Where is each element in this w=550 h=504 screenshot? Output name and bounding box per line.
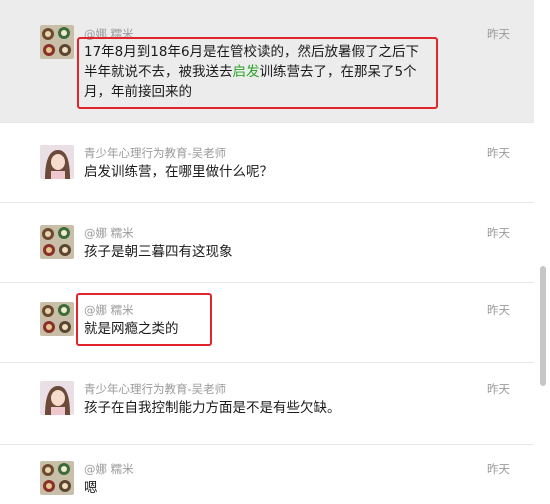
comment-time: 昨天 — [487, 462, 510, 476]
comment-author[interactable]: @娜 糯米 — [84, 225, 134, 241]
comment-time: 昨天 — [487, 27, 510, 41]
comment-time: 昨天 — [487, 146, 510, 160]
comment-author[interactable]: @娜 糯米 — [84, 461, 134, 477]
comment-row[interactable]: 青少年心理行为教育-吴老师 昨天 启发训练营，在哪里做什么呢？ — [0, 122, 534, 203]
food-avatar-icon[interactable] — [40, 302, 74, 336]
comment-row[interactable]: @娜 糯米 昨天 嗯 — [0, 444, 534, 504]
comment-author[interactable]: 青少年心理行为教育-吴老师 — [84, 145, 226, 161]
comment-time: 昨天 — [487, 303, 510, 317]
annotation-box — [77, 37, 438, 109]
comment-text: 孩子在自我控制能力方面是不是有些欠缺。 — [84, 400, 341, 416]
comment-author[interactable]: 青少年心理行为教育-吴老师 — [84, 381, 226, 397]
food-avatar-icon[interactable] — [40, 225, 74, 259]
food-avatar-icon[interactable] — [40, 25, 74, 59]
comment-time: 昨天 — [487, 226, 510, 240]
scrollbar-thumb[interactable] — [540, 266, 546, 386]
comment-text: 启发训练营，在哪里做什么呢？ — [84, 164, 273, 180]
girl-avatar-icon[interactable] — [40, 381, 74, 415]
comment-text: 孩子是朝三暮四有这现象 — [84, 244, 233, 260]
annotation-box — [76, 293, 212, 346]
food-avatar-icon[interactable] — [40, 461, 74, 495]
comment-row[interactable]: @娜 糯米 昨天 孩子是朝三暮四有这现象 — [0, 202, 534, 283]
comment-time: 昨天 — [487, 382, 510, 396]
comment-row[interactable]: 青少年心理行为教育-吴老师 昨天 孩子在自我控制能力方面是不是有些欠缺。 — [0, 362, 534, 445]
comment-text: 嗯 — [84, 480, 98, 496]
scrollbar-track[interactable] — [534, 0, 550, 504]
girl-avatar-icon[interactable] — [40, 145, 74, 179]
